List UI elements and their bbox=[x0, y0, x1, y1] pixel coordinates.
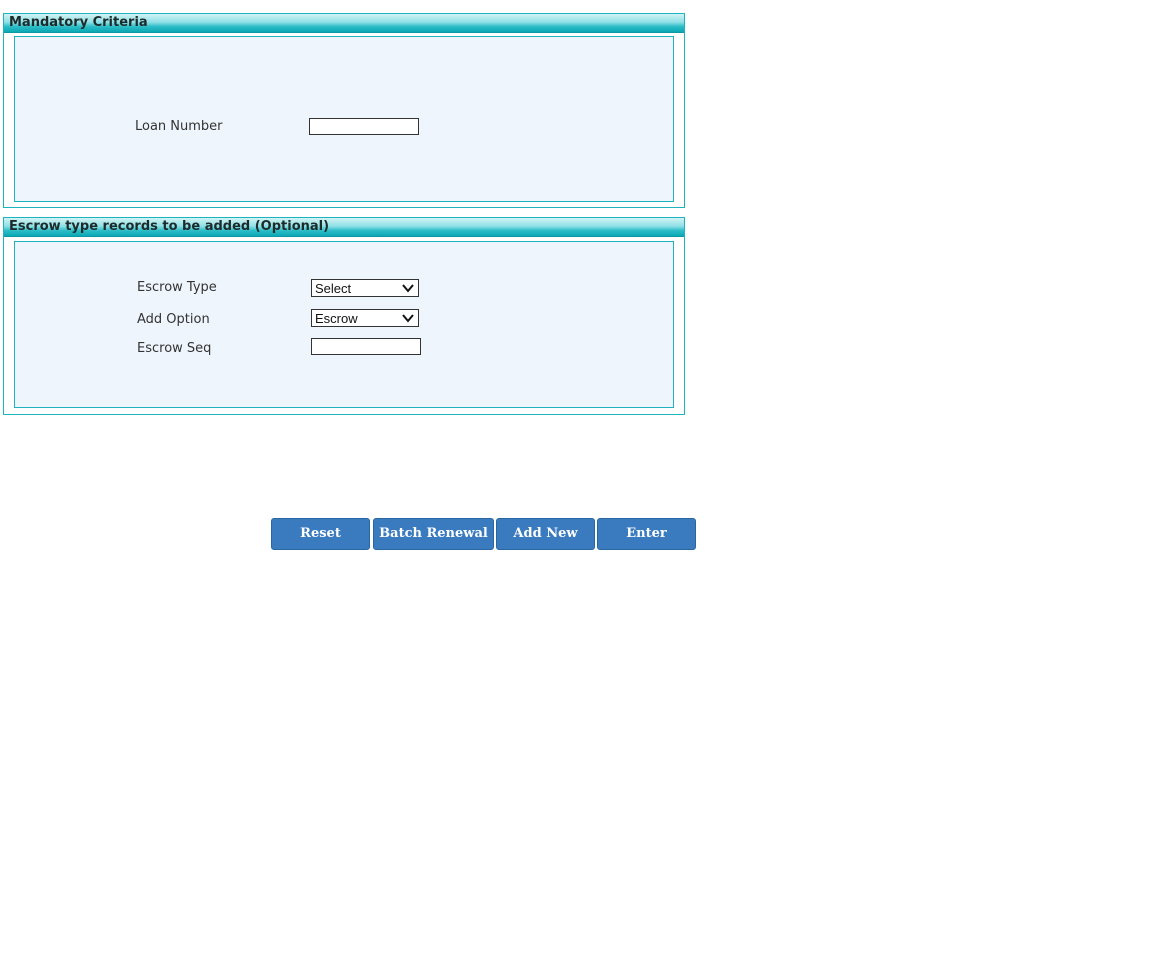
chevron-down-icon bbox=[402, 314, 414, 323]
escrow-seq-label: Escrow Seq bbox=[137, 341, 212, 356]
mandatory-criteria-title: Mandatory Criteria bbox=[4, 14, 684, 33]
escrow-type-label: Escrow Type bbox=[137, 280, 217, 295]
add-option-label: Add Option bbox=[137, 312, 210, 327]
escrow-type-selected-value: Select bbox=[315, 281, 352, 296]
escrow-records-panel: Escrow type records to be added (Optiona… bbox=[3, 217, 685, 415]
enter-button[interactable]: Enter bbox=[597, 518, 696, 550]
loan-number-label: Loan Number bbox=[135, 119, 223, 134]
escrow-type-select[interactable]: Select bbox=[311, 279, 419, 297]
escrow-seq-input[interactable] bbox=[311, 338, 421, 355]
add-option-selected-value: Escrow bbox=[315, 311, 358, 326]
loan-number-input[interactable] bbox=[309, 118, 419, 135]
escrow-records-title: Escrow type records to be added (Optiona… bbox=[4, 218, 684, 237]
escrow-records-body: Escrow Type Select Add Option Escrow Esc… bbox=[14, 241, 674, 408]
chevron-down-icon bbox=[402, 284, 414, 293]
mandatory-criteria-body: Loan Number bbox=[14, 36, 674, 202]
mandatory-criteria-panel: Mandatory Criteria Loan Number bbox=[3, 13, 685, 208]
add-new-button[interactable]: Add New bbox=[496, 518, 595, 550]
reset-button[interactable]: Reset bbox=[271, 518, 370, 550]
batch-renewal-button[interactable]: Batch Renewal bbox=[373, 518, 494, 550]
add-option-select[interactable]: Escrow bbox=[311, 309, 419, 327]
